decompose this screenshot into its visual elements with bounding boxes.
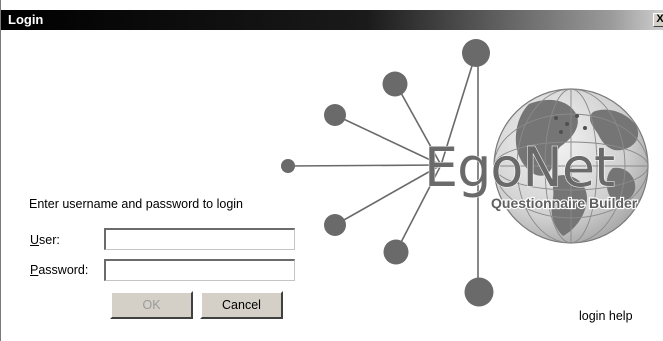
login-dialog: Login X EgoNet Questionnaire Builder Ent… bbox=[0, 0, 663, 341]
network-node bbox=[383, 239, 409, 265]
username-input[interactable] bbox=[104, 228, 295, 250]
user-label-text: ser: bbox=[39, 233, 60, 247]
brand-name: EgoNet bbox=[424, 136, 614, 199]
password-input[interactable] bbox=[104, 259, 295, 281]
ok-button[interactable]: OK bbox=[110, 291, 193, 319]
close-icon: X bbox=[656, 13, 663, 25]
close-button[interactable]: X bbox=[653, 13, 663, 27]
password-label: Password: bbox=[30, 263, 88, 277]
network-node bbox=[462, 39, 490, 67]
egonet-logo: EgoNet Questionnaire Builder bbox=[281, 39, 649, 307]
title-bar[interactable]: Login X bbox=[1, 10, 663, 30]
login-prompt: Enter username and password to login bbox=[29, 197, 244, 211]
user-label: User: bbox=[30, 233, 60, 247]
network-node bbox=[382, 71, 408, 97]
window-title: Login bbox=[8, 12, 44, 27]
user-label-mnemonic: U bbox=[30, 233, 40, 247]
login-help-link[interactable]: login help bbox=[579, 309, 633, 323]
network-node bbox=[324, 214, 346, 236]
cancel-button[interactable]: Cancel bbox=[200, 291, 283, 319]
network-node bbox=[464, 277, 494, 307]
network-node bbox=[281, 159, 295, 173]
network-node bbox=[324, 104, 346, 126]
password-label-text: assword: bbox=[38, 263, 89, 277]
product-name: Questionnaire Builder bbox=[491, 195, 638, 211]
